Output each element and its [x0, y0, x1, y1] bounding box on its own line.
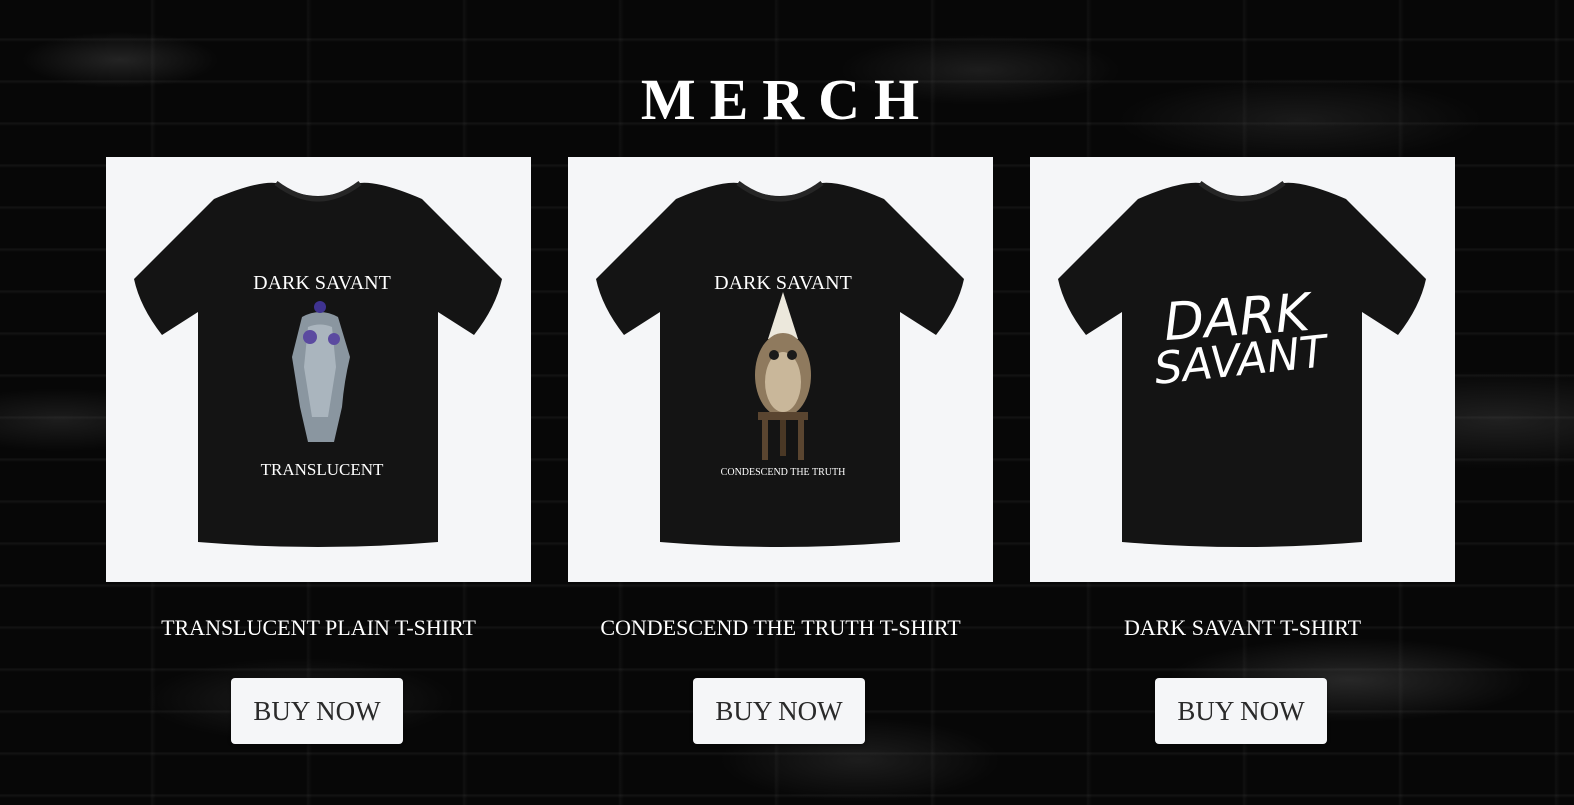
product-image[interactable]: DARK SAVANT TRANSLUCENT [106, 157, 531, 582]
product-name: DARK SAVANT T-SHIRT [1123, 615, 1362, 640]
tshirt-image: DARK SAVANT CONDESCEND THE TRUTH [596, 181, 964, 548]
shirt-print-bottom: TRANSLUCENT [261, 460, 384, 479]
tshirt-image: DARK SAVANT [1058, 181, 1426, 548]
product-card-dark-savant: DARK SAVANT DARK SAVANT T-SHIRT BUY NOW [1030, 157, 1455, 757]
product-name: CONDESCEND THE TRUTH T-SHIRT [600, 615, 961, 640]
page-title: MERCH [640, 66, 934, 132]
shirt-print-bottom: CONDESCEND THE TRUTH [721, 467, 846, 478]
product-card-translucent: DARK SAVANT TRANSLUCENT TRANSLUCENT PLAI… [106, 157, 531, 757]
tshirt-image: DARK SAVANT TRANSLUCENT [134, 181, 502, 548]
product-image[interactable]: DARK SAVANT CONDESCEND THE TRUTH [568, 157, 993, 582]
buy-now-button[interactable]: BUY NOW [1155, 678, 1327, 744]
buy-now-button[interactable]: BUY NOW [693, 678, 865, 744]
buy-now-button[interactable]: BUY NOW [231, 678, 403, 744]
product-image[interactable]: DARK SAVANT [1030, 157, 1455, 582]
shirt-print-top: DARK SAVANT [714, 272, 852, 294]
product-card-condescend: DARK SAVANT CONDESCEND THE TRUTH CONDESC… [568, 157, 993, 757]
product-name: TRANSLUCENT PLAIN T-SHIRT [161, 615, 476, 640]
shirt-print-top: DARK SAVANT [253, 272, 391, 294]
